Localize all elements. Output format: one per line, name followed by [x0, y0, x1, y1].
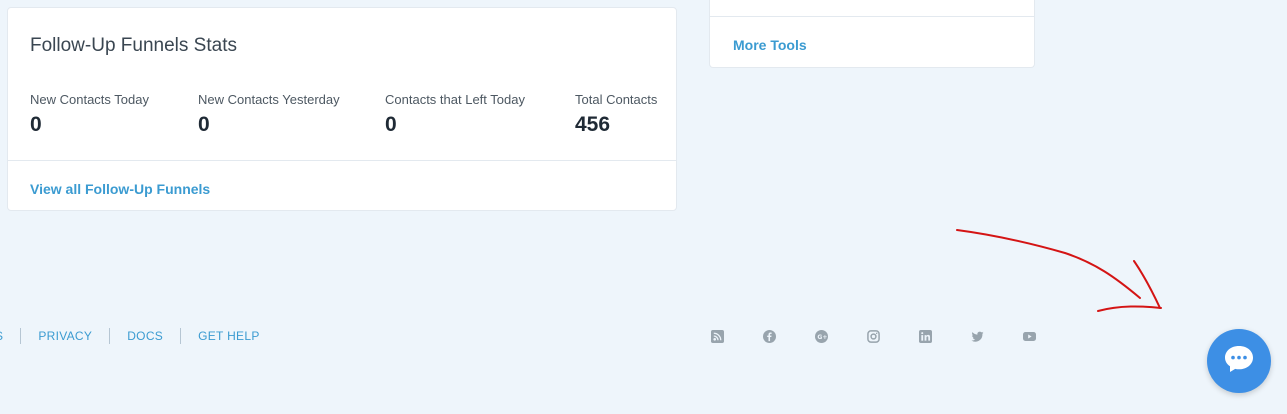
- footer-separator: [109, 328, 111, 344]
- stat-label: Contacts that Left Today: [385, 92, 525, 107]
- funnel-stats-card: Follow-Up Funnels Stats New Contacts Tod…: [7, 7, 677, 211]
- card-divider: [8, 160, 676, 161]
- stat-contacts-left-today: Contacts that Left Today 0: [385, 92, 525, 137]
- stat-label: New Contacts Yesterday: [198, 92, 340, 107]
- more-tools-link[interactable]: More Tools: [733, 37, 807, 53]
- footer-link-terms[interactable]: S: [0, 329, 3, 343]
- instagram-icon[interactable]: [866, 329, 880, 343]
- chat-bubble-icon: [1221, 341, 1257, 382]
- stat-value: 456: [575, 113, 611, 136]
- rss-icon[interactable]: [710, 329, 724, 343]
- facebook-icon[interactable]: [762, 329, 776, 343]
- stat-label: Total Contacts: [575, 92, 658, 107]
- card-divider: [710, 16, 1034, 17]
- tools-card: More Tools: [709, 0, 1035, 68]
- footer-link-get-help[interactable]: GET HELP: [198, 329, 260, 343]
- stat-total-contacts: Total Contacts 456: [575, 92, 657, 137]
- footer-separator: [180, 328, 182, 344]
- stat-value: 0: [385, 113, 397, 136]
- footer-separator: [20, 328, 22, 344]
- view-all-funnels-link[interactable]: View all Follow-Up Funnels: [30, 181, 210, 197]
- youtube-icon[interactable]: [1022, 329, 1036, 343]
- stat-label: New Contacts Today: [30, 92, 149, 107]
- twitter-icon[interactable]: [970, 329, 984, 343]
- linkedin-icon[interactable]: [918, 329, 932, 343]
- footer-nav: S PRIVACY DOCS GET HELP: [0, 328, 260, 344]
- footer-link-privacy[interactable]: PRIVACY: [38, 329, 92, 343]
- svg-text:G+: G+: [817, 333, 827, 340]
- chat-launcher-button[interactable]: [1207, 329, 1271, 393]
- google-plus-icon[interactable]: G+: [814, 329, 828, 343]
- footer-link-docs[interactable]: DOCS: [127, 329, 163, 343]
- stat-value: 0: [30, 113, 42, 136]
- card-title: Follow-Up Funnels Stats: [30, 35, 237, 56]
- stat-new-contacts-today: New Contacts Today 0: [30, 92, 149, 137]
- social-links: G+: [710, 328, 1074, 344]
- annotation-arrow: [956, 229, 1162, 312]
- stat-new-contacts-yesterday: New Contacts Yesterday 0: [198, 92, 340, 137]
- stat-value: 0: [198, 113, 210, 136]
